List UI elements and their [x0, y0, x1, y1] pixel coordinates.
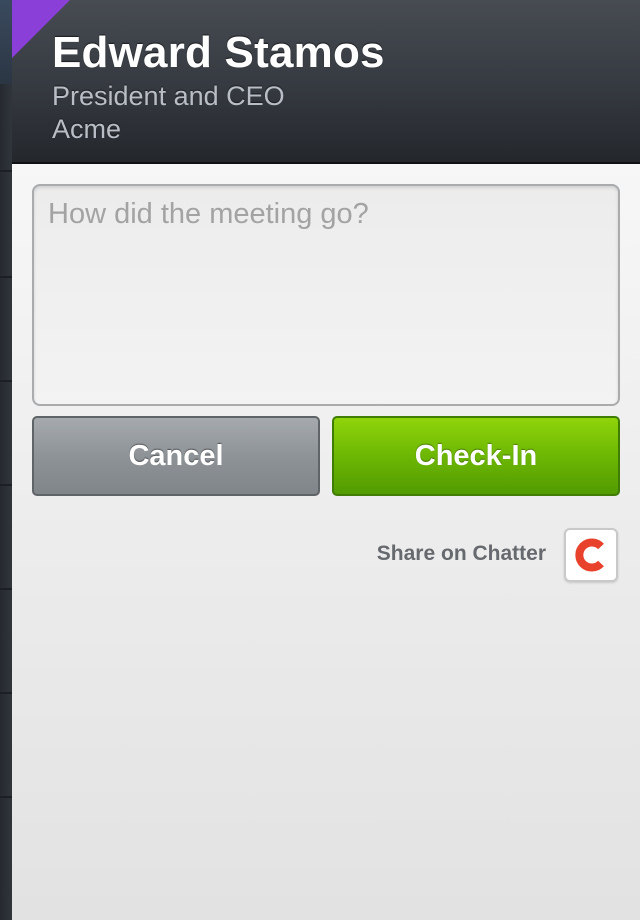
meeting-notes-input[interactable]	[32, 184, 620, 406]
background-divider	[0, 276, 12, 278]
contact-name: Edward Stamos	[52, 28, 385, 77]
background-divider	[0, 170, 12, 172]
cancel-button[interactable]: Cancel	[32, 416, 320, 496]
contact-title: President and CEO	[52, 81, 285, 111]
share-on-chatter-label: Share on Chatter	[376, 542, 546, 565]
check-in-button-label: Check-In	[414, 439, 538, 472]
contact-header: Edward Stamos President and CEO Acme	[12, 0, 640, 164]
share-on-chatter-row: Share on Chatter	[12, 528, 640, 584]
contact-company: Acme	[52, 114, 122, 144]
background-divider	[0, 588, 12, 590]
background-divider	[0, 796, 12, 798]
background-screen-edge	[0, 0, 12, 920]
background-divider	[0, 692, 12, 694]
background-selected-row	[0, 0, 12, 84]
checkin-panel: Cancel Check-In Share on Chatter	[12, 164, 640, 920]
chatter-c-icon	[575, 538, 604, 572]
share-on-chatter-toggle[interactable]	[564, 528, 618, 582]
background-divider	[0, 484, 12, 486]
cancel-button-label: Cancel	[128, 439, 224, 472]
background-divider	[0, 380, 12, 382]
check-in-button[interactable]: Check-In	[332, 416, 620, 496]
